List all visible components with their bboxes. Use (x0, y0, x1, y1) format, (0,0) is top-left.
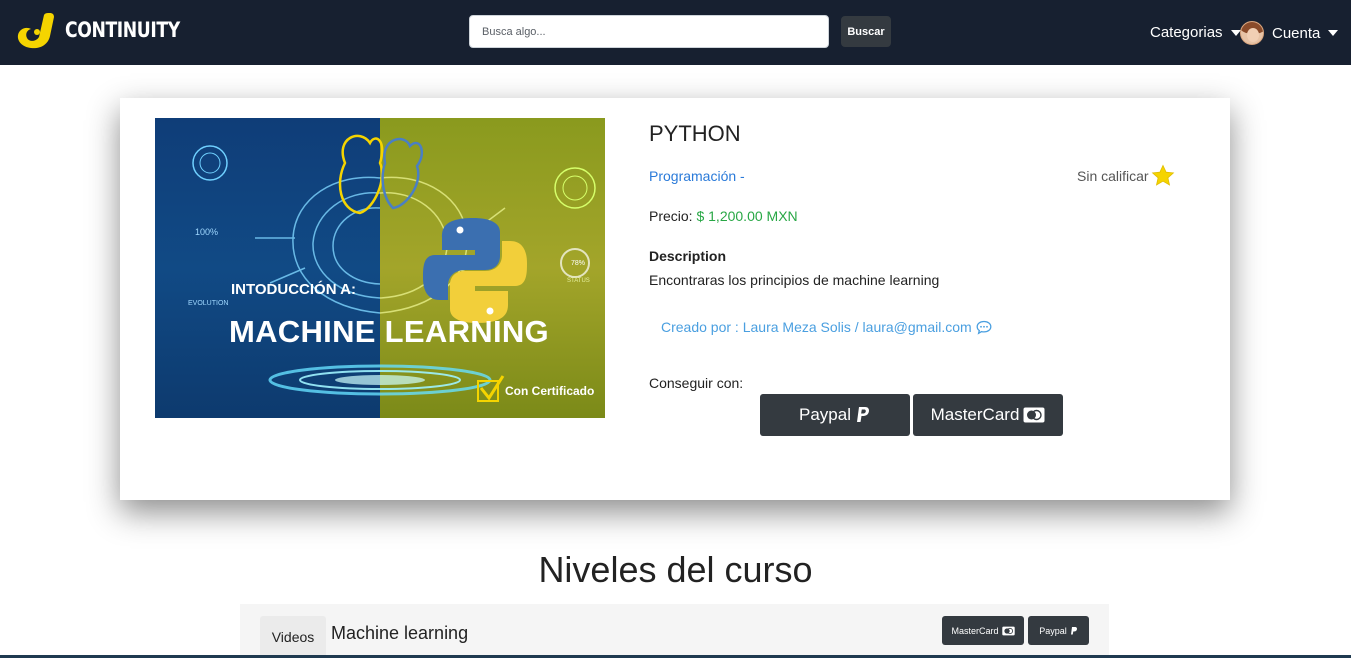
paypal-icon (1070, 626, 1077, 634)
course-title: PYTHON (649, 121, 741, 146)
account-label: Cuenta (1272, 24, 1321, 42)
chat-icon (976, 320, 992, 335)
mastercard-button-label: MasterCard (930, 405, 1020, 424)
paypal-icon (856, 407, 869, 422)
banner-evolution: EVOLUTION (188, 300, 228, 307)
course-card: 100% EVOLUTION 78% STATUS INTODUCCIÓN A:… (120, 98, 1230, 500)
banner-title: MACHINE LEARNING (229, 314, 549, 349)
banner-stat-78: 78% (571, 260, 585, 267)
search-input[interactable] (469, 15, 829, 48)
price-value: $ 1,200.00 MXN (696, 208, 798, 224)
brand-name: CONTINUITY (65, 18, 180, 42)
level-mastercard-label: MasterCard (951, 625, 999, 636)
search-button[interactable]: Buscar (841, 16, 891, 47)
level-panel: Videos Machine learning MasterCard Paypa… (240, 604, 1109, 658)
description-text: Encontraras los principios de machine le… (649, 272, 940, 288)
level-name: Machine learning (331, 623, 469, 643)
banner-stat-100: 100% (195, 227, 218, 237)
course-rating: Sin calificar (1077, 164, 1175, 188)
course-category-link[interactable]: Programación - (649, 168, 745, 184)
star-icon (1151, 164, 1174, 186)
level-mastercard-button[interactable]: MasterCard (942, 616, 1024, 645)
avatar (1240, 21, 1264, 45)
creator-link[interactable]: Creado por : Laura Meza Solis / laura@gm… (661, 319, 992, 335)
paypal-button-label: Paypal (799, 405, 851, 424)
tab-videos[interactable]: Videos (260, 616, 326, 658)
mastercard-icon (1023, 407, 1045, 423)
creator-label: Creado por : Laura Meza Solis / laura@gm… (661, 319, 972, 335)
account-dropdown[interactable]: Cuenta (1240, 21, 1339, 45)
level-paypal-button[interactable]: Paypal (1028, 616, 1089, 645)
banner-status: STATUS (567, 278, 590, 284)
mastercard-button[interactable]: MasterCard (913, 394, 1063, 436)
banner-artwork: 100% EVOLUTION 78% STATUS (188, 134, 596, 402)
mastercard-icon (1001, 626, 1015, 635)
paypal-button[interactable]: Paypal (760, 394, 910, 436)
description-heading: Description (649, 248, 727, 264)
banner-subtitle: INTODUCCIÓN A: (231, 281, 356, 298)
categories-dropdown[interactable]: Categorias (1150, 24, 1241, 41)
levels-heading: Niveles del curso (538, 549, 813, 590)
course-banner-image: 100% EVOLUTION 78% STATUS INTODUCCIÓN A:… (155, 118, 605, 418)
banner-certificate: Con Certificado (505, 384, 595, 398)
navbar: CONTINUITY Buscar Categorias Cuenta (0, 0, 1351, 65)
chevron-down-icon (1328, 30, 1339, 36)
price-label: Precio: (649, 208, 693, 224)
rating-label: Sin calificar (1077, 168, 1149, 184)
get-with-label: Conseguir con: (649, 375, 744, 391)
price-row: Precio: $ 1,200.00 MXN (649, 208, 798, 224)
brand[interactable]: CONTINUITY (14, 10, 205, 50)
categories-label: Categorias (1150, 24, 1223, 41)
level-paypal-label: Paypal (1039, 625, 1067, 636)
continuity-logo (17, 13, 54, 49)
